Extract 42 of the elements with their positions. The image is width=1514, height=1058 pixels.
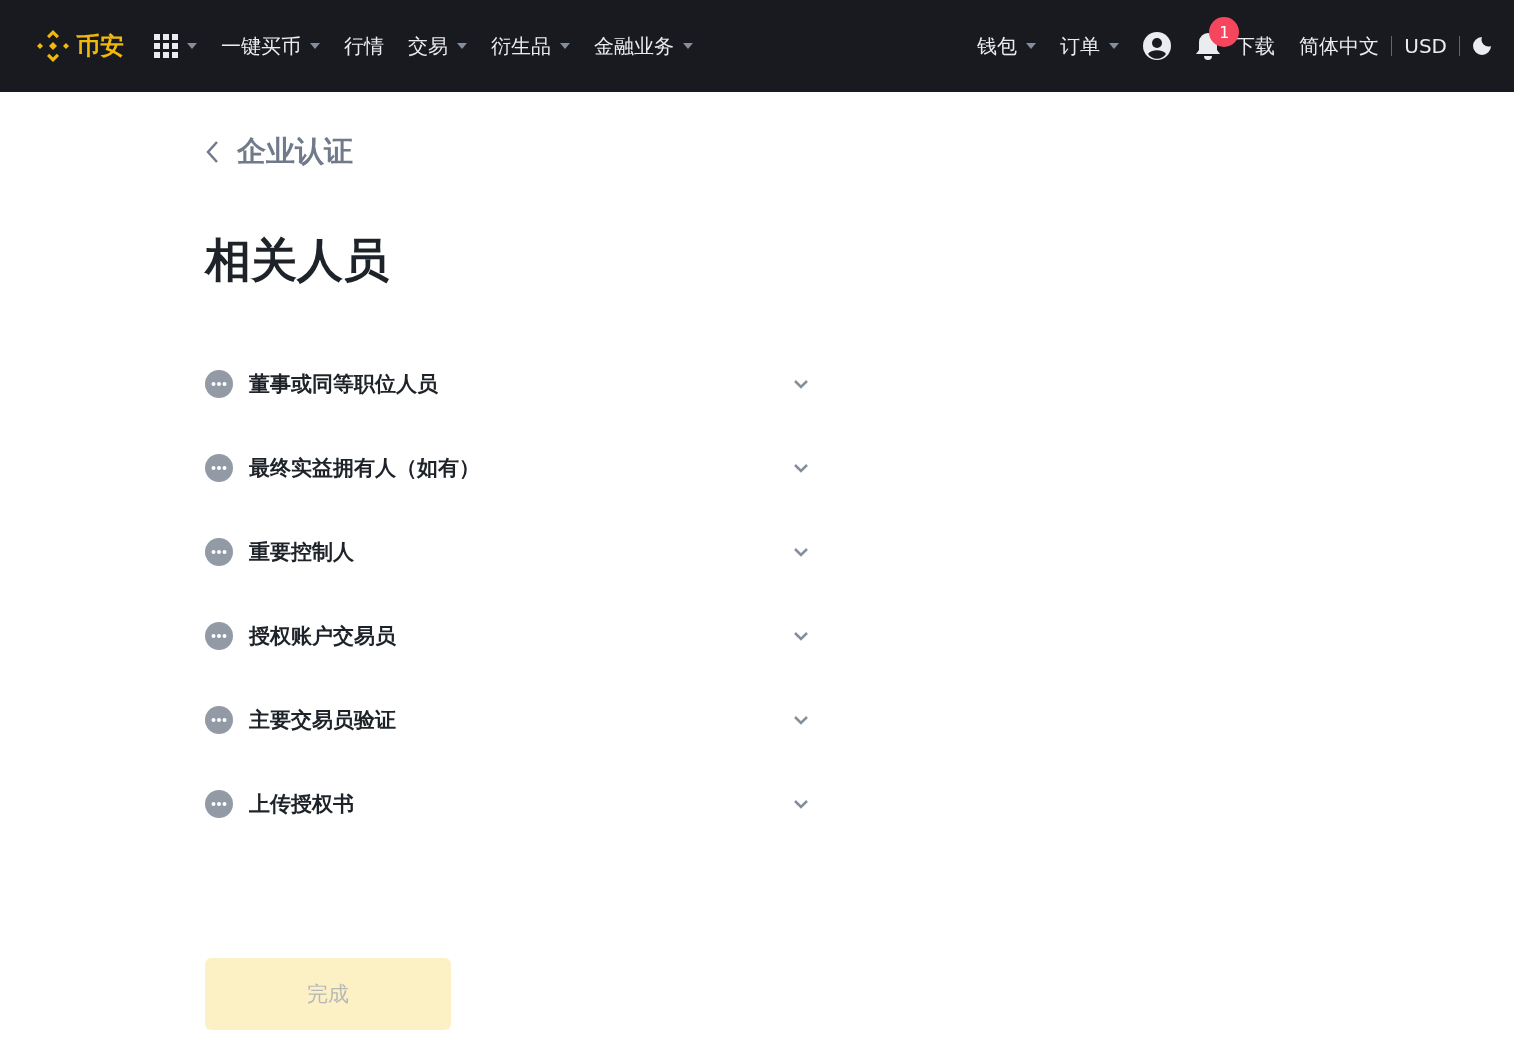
- nav-link[interactable]: 一键买币: [221, 32, 320, 60]
- section-title[interactable]: 上传授权书: [249, 790, 793, 818]
- caret-icon: [457, 43, 467, 49]
- language-selector[interactable]: 简体中文: [1299, 32, 1380, 60]
- back-link[interactable]: 企业认证: [237, 132, 353, 172]
- currency-selector[interactable]: USD: [1404, 34, 1447, 58]
- pending-dots-icon: [205, 790, 233, 818]
- chevron-icon[interactable]: [793, 799, 809, 809]
- pending-dots-icon: [205, 538, 233, 566]
- page-title: 相关人员: [205, 232, 390, 289]
- pending-dots-icon: [205, 706, 233, 734]
- pending-dots-icon: [205, 454, 233, 482]
- chevron-icon[interactable]: [793, 715, 809, 725]
- section-title[interactable]: 授权账户交易员: [249, 622, 793, 650]
- chevron-icon[interactable]: [793, 463, 809, 473]
- pending-dots-icon: [205, 370, 233, 398]
- user-avatar-icon[interactable]: [1143, 32, 1172, 60]
- caret-icon: [560, 43, 570, 49]
- grid-icon: [154, 34, 178, 58]
- nav-link[interactable]: 金融业务: [594, 32, 693, 60]
- diamond-logo-icon: [36, 29, 70, 63]
- section-title[interactable]: 董事或同等职位人员: [249, 370, 793, 398]
- nav-link[interactable]: 钱包: [977, 32, 1037, 60]
- caret-icon: [1109, 43, 1120, 49]
- moon-icon[interactable]: [1472, 36, 1492, 56]
- nav-link[interactable]: 衍生品: [491, 32, 570, 60]
- section-title[interactable]: 主要交易员验证: [249, 706, 793, 734]
- caret-icon: [310, 43, 320, 49]
- caret-icon: [683, 43, 693, 49]
- logo-text[interactable]: 币安: [76, 30, 124, 62]
- caret-icon: [187, 43, 197, 49]
- pending-dots-icon: [205, 622, 233, 650]
- nav-link[interactable]: 交易: [408, 32, 467, 60]
- nav-link[interactable]: 行情: [344, 32, 384, 60]
- chevron-icon[interactable]: [793, 547, 809, 557]
- apps-menu-button[interactable]: [154, 34, 197, 58]
- nav-link[interactable]: 订单: [1060, 32, 1120, 60]
- chevron-icon[interactable]: [793, 631, 809, 641]
- chevron-icon[interactable]: [793, 379, 809, 389]
- caret-icon: [1026, 43, 1037, 49]
- section-title[interactable]: 最终实益拥有人（如有）: [249, 454, 793, 482]
- section-title[interactable]: 重要控制人: [249, 538, 793, 566]
